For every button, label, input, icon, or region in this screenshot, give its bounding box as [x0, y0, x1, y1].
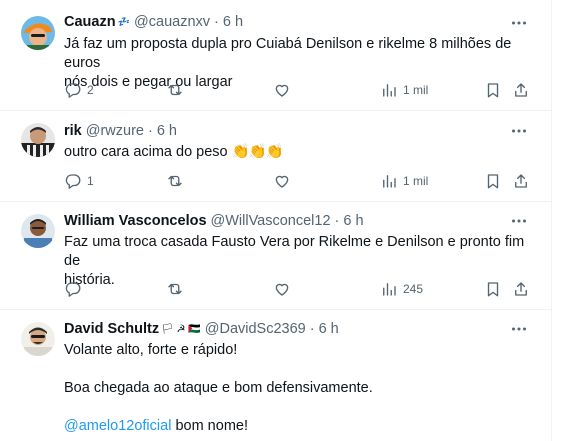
more-icon: [512, 129, 526, 133]
share-button[interactable]: [512, 279, 530, 299]
bookmark-icon: [487, 282, 499, 297]
tweet-cauazn[interactable]: Cauazn 💤 @cauaznxv · 6 h Já faz um propo…: [0, 0, 552, 111]
bookmark-button[interactable]: [484, 80, 502, 100]
repost-icon: [168, 283, 182, 295]
action-bar: 245: [64, 279, 534, 299]
tweet-text: outro cara acima do peso 👏👏👏: [64, 143, 532, 162]
views-icon: [383, 283, 396, 296]
name-emoji: 💤: [117, 16, 131, 28]
more-options-button[interactable]: [510, 320, 528, 338]
tweet-header: Cauazn 💤 @cauaznxv · 6 h: [64, 13, 243, 31]
avatar-image: [21, 214, 55, 248]
tweet-text-line: Faz uma troca casada Fausto Vera por Rik…: [64, 234, 525, 269]
avatar-image: [21, 16, 55, 50]
avatar[interactable]: [21, 16, 55, 50]
like-button[interactable]: [273, 171, 291, 191]
more-options-button[interactable]: [510, 14, 528, 32]
more-options-button[interactable]: [510, 212, 528, 230]
clapping-emoji: 👏👏👏: [231, 144, 284, 160]
repost-button[interactable]: [166, 279, 184, 299]
views-icon: [383, 175, 396, 188]
separator-dot: ·: [147, 123, 153, 139]
user-handle[interactable]: @WillVasconcel12: [211, 213, 331, 229]
tweet-header: David Schultz 🏳 ☭ 🇵🇸 @DavidSc2369 · 6 h: [64, 320, 339, 338]
views-count: 245: [403, 282, 424, 296]
repost-button[interactable]: [166, 171, 184, 191]
share-icon: [515, 83, 527, 97]
name-emoji: 🏳 ☭ 🇵🇸: [161, 323, 201, 335]
share-button[interactable]: [512, 80, 530, 100]
repost-icon: [168, 175, 182, 187]
repost-icon: [168, 84, 182, 96]
reply-button[interactable]: 2: [64, 80, 94, 100]
mention-link[interactable]: @amelo12oficial: [64, 418, 171, 434]
timeline: Cauazn 💤 @cauaznxv · 6 h Já faz um propo…: [0, 0, 574, 441]
tweet-text: Volante alto, forte e rápido! Boa chegad…: [64, 341, 532, 436]
timestamp[interactable]: 6 h: [319, 321, 339, 337]
views-button[interactable]: 245: [380, 279, 423, 299]
tweet-text-line: outro cara acima do peso: [64, 144, 228, 160]
avatar[interactable]: [21, 123, 55, 157]
like-icon: [275, 84, 289, 97]
separator-dot: ·: [214, 14, 219, 30]
more-icon: [512, 21, 526, 25]
action-bar: 1 1 mil: [64, 171, 534, 191]
timestamp[interactable]: 6 h: [343, 213, 363, 229]
tweet-text-line: bom nome!: [171, 418, 248, 434]
reply-icon: [65, 83, 81, 98]
reply-button[interactable]: [64, 279, 82, 299]
display-name[interactable]: rik: [64, 123, 82, 139]
reply-count: 2: [87, 83, 94, 97]
bookmark-button[interactable]: [484, 279, 502, 299]
tweet-text-line: Boa chegada ao ataque e bom defensivamen…: [64, 380, 373, 396]
avatar[interactable]: [21, 214, 55, 248]
reply-icon: [65, 282, 81, 297]
display-name[interactable]: Cauazn: [64, 14, 116, 30]
more-options-button[interactable]: [510, 122, 528, 140]
share-icon: [515, 282, 527, 296]
like-icon: [275, 175, 289, 188]
reply-button[interactable]: 1: [64, 171, 94, 191]
user-handle[interactable]: @DavidSc2369: [205, 321, 306, 337]
more-icon: [512, 219, 526, 223]
views-count: 1 mil: [403, 83, 429, 97]
like-icon: [275, 283, 289, 296]
reply-count: 1: [87, 174, 94, 188]
views-count: 1 mil: [403, 174, 429, 188]
display-name[interactable]: David Schultz: [64, 321, 159, 337]
tweet-rik[interactable]: rik @rwzure · 6 h outro cara acima do pe…: [0, 111, 552, 202]
views-button[interactable]: 1 mil: [380, 171, 428, 191]
timestamp[interactable]: 6 h: [157, 123, 177, 139]
avatar[interactable]: [21, 322, 55, 356]
tweet-text-line: Já faz um proposta dupla pro Cuiabá Deni…: [64, 36, 512, 71]
tweet-david-schultz[interactable]: David Schultz 🏳 ☭ 🇵🇸 @DavidSc2369 · 6 h …: [0, 310, 552, 441]
like-button[interactable]: [273, 80, 291, 100]
like-button[interactable]: [273, 279, 291, 299]
tweet-text-line: Volante alto, forte e rápido!: [64, 342, 238, 358]
more-icon: [512, 327, 526, 331]
action-bar: 2 1 mil: [64, 80, 534, 100]
avatar-image: [21, 322, 55, 356]
avatar-image: [21, 123, 55, 157]
separator-dot: ·: [309, 321, 315, 337]
user-handle[interactable]: @cauaznxv: [134, 14, 210, 30]
bookmark-icon: [487, 174, 499, 189]
bookmark-button[interactable]: [484, 171, 502, 191]
repost-button[interactable]: [166, 80, 184, 100]
views-button[interactable]: 1 mil: [380, 80, 428, 100]
tweet-william-vasconcelos[interactable]: William Vasconcelos @WillVasconcel12 · 6…: [0, 202, 552, 310]
user-handle[interactable]: @rwzure: [86, 123, 144, 139]
share-button[interactable]: [512, 171, 530, 191]
share-icon: [515, 174, 527, 188]
views-icon: [383, 84, 396, 97]
timestamp[interactable]: 6 h: [223, 14, 243, 30]
tweet-header: William Vasconcelos @WillVasconcel12 · 6…: [64, 212, 364, 230]
tweet-header: rik @rwzure · 6 h: [64, 122, 177, 140]
separator-dot: ·: [334, 213, 340, 229]
display-name[interactable]: William Vasconcelos: [64, 213, 207, 229]
reply-icon: [65, 174, 81, 189]
bookmark-icon: [487, 83, 499, 98]
